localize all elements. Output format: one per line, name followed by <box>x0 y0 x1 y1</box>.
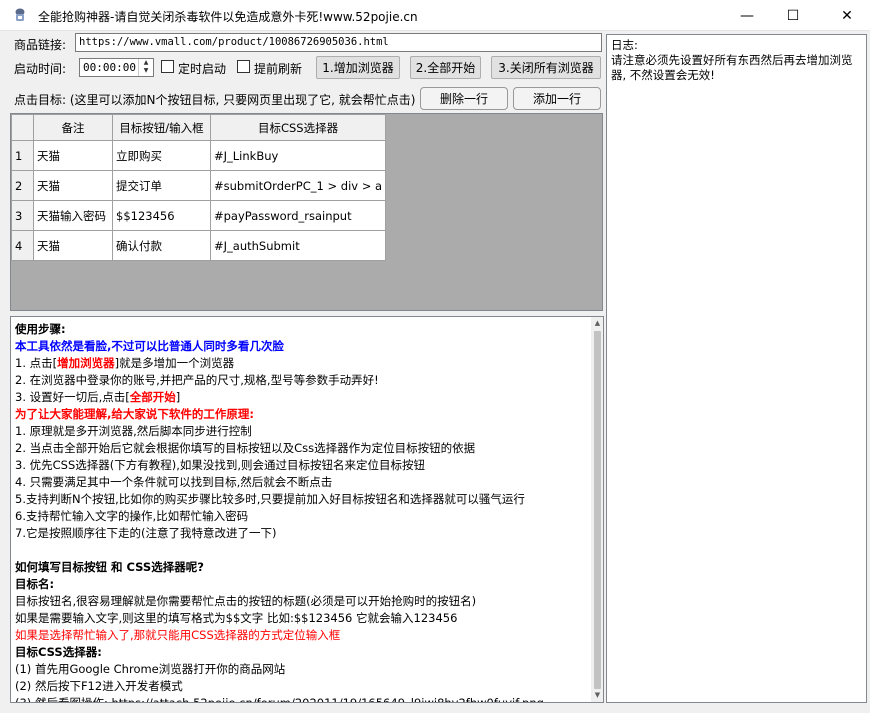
maximize-button[interactable]: ☐ <box>770 0 816 31</box>
help-content: 使用步骤: 本工具依然是看脸,不过可以比普通人同时多看几次脸 1. 点击[增加浏… <box>15 321 589 703</box>
timed-start-checkbox[interactable] <box>161 60 174 73</box>
time-spin-buttons[interactable]: ▲ ▼ <box>138 59 153 76</box>
pre-refresh-checkbox[interactable] <box>237 60 250 73</box>
minimize-button[interactable]: — <box>724 0 770 31</box>
start-time-value: 00:00:00 <box>83 61 136 74</box>
table-header-row: 备注 目标按钮/输入框 目标CSS选择器 <box>11 114 387 141</box>
add-browser-button[interactable]: 1.增加浏览器 <box>316 56 400 79</box>
help-principle-3: 3. 优先CSS选择器(下方有教程),如果没找到,则会通过目标按钮名来定位目标按… <box>15 458 426 472</box>
row-number[interactable]: 4 <box>11 230 34 261</box>
help-css-1: (1) 首先用Google Chrome浏览器打开你的商品网站 <box>15 662 286 676</box>
table-row[interactable]: 2 天猫 提交订单 #submitOrderPC_1 > div > a <box>11 170 387 201</box>
log-message: 请注意必须先设置好所有东西然后再去增加浏览器, 不然设置会无效! <box>611 53 853 82</box>
timed-start-label[interactable]: 定时启动 <box>178 60 226 77</box>
help-principle-5: 5.支持判断N个按钮,比如你的购买步骤比较多时,只要提前加入好目标按钮名和选择器… <box>15 492 525 506</box>
header-cell-rownum <box>11 114 34 141</box>
help-heading-target-name: 目标名: <box>15 577 55 591</box>
scroll-thumb[interactable] <box>594 331 601 689</box>
scroll-down-icon[interactable]: ▼ <box>591 689 603 702</box>
header-cell-css-selector[interactable]: 目标CSS选择器 <box>209 114 387 141</box>
cell-css-selector[interactable]: #submitOrderPC_1 > div > a <box>209 170 387 201</box>
help-target-name-3: 如果是选择帮忙输入了,那就只能用CSS选择器的方式定位输入框 <box>15 628 341 642</box>
spin-up-icon[interactable]: ▲ <box>139 59 153 67</box>
help-highlight: 本工具依然是看脸,不过可以比普通人同时多看几次脸 <box>15 339 284 353</box>
pre-refresh-label[interactable]: 提前刷新 <box>254 60 302 77</box>
table-row[interactable]: 3 天猫输入密码 $$123456 #payPassword_rsainput <box>11 200 387 231</box>
cell-note[interactable]: 天猫 <box>33 170 113 201</box>
help-scrollbar[interactable]: ▲ ▼ <box>591 317 603 702</box>
cell-target[interactable]: 立即购买 <box>112 140 211 171</box>
click-target-label: 点击目标: (这里可以添加N个按钮目标, 只要网页里出现了它, 就会帮忙点击) <box>14 93 416 107</box>
delete-row-button[interactable]: 删除一行 <box>420 87 508 110</box>
target-grid[interactable]: 备注 目标按钮/输入框 目标CSS选择器 1 天猫 立即购买 #J_LinkBu… <box>10 113 603 311</box>
help-target-name-2: 如果是需要输入文字,则这里的填写格式为$$文字 比如:$$123456 它就会输… <box>15 611 458 625</box>
help-heading-css: 目标CSS选择器: <box>15 645 102 659</box>
url-input[interactable]: https://www.vmall.com/product/1008672690… <box>75 33 602 52</box>
cell-note[interactable]: 天猫输入密码 <box>33 200 113 231</box>
cell-target[interactable]: 提交订单 <box>112 170 211 201</box>
help-target-name-1: 目标按钮名,很容易理解就是你需要帮忙点击的按钮的标题(必须是可以开始抢购时的按钮… <box>15 594 477 608</box>
cell-note[interactable]: 天猫 <box>33 230 113 261</box>
row-number[interactable]: 2 <box>11 170 34 201</box>
help-heading-howto: 如何填写目标按钮 和 CSS选择器呢? <box>15 560 204 574</box>
row-number[interactable]: 3 <box>11 200 34 231</box>
help-blank-line <box>15 542 589 559</box>
scroll-up-icon[interactable]: ▲ <box>591 317 603 330</box>
client-area: 商品链接: https://www.vmall.com/product/1008… <box>0 31 870 713</box>
window-title: 全能抢购神器-请自觉关闭杀毒软件以免造成意外卡死!www.52pojie.cn <box>38 10 418 24</box>
help-heading-steps: 使用步骤: <box>15 322 66 336</box>
help-principle-1: 1. 原理就是多开浏览器,然后脚本同步进行控制 <box>15 424 252 438</box>
help-step-2: 2. 在浏览器中登录你的账号,并把产品的尺寸,规格,型号等参数手动弄好! <box>15 373 379 387</box>
table-row[interactable]: 4 天猫 确认付款 #J_authSubmit <box>11 230 387 261</box>
cell-css-selector[interactable]: #J_LinkBuy <box>209 140 387 171</box>
start-time-picker[interactable]: 00:00:00 ▲ ▼ <box>79 58 154 77</box>
log-title: 日志: <box>611 38 638 52</box>
cell-target[interactable]: $$123456 <box>112 200 211 231</box>
header-cell-target[interactable]: 目标按钮/输入框 <box>112 114 211 141</box>
help-heading-principle: 为了让大家能理解,给大家说下软件的工作原理: <box>15 407 254 421</box>
cell-target[interactable]: 确认付款 <box>112 230 211 261</box>
add-row-button[interactable]: 添加一行 <box>513 87 601 110</box>
help-principle-6: 6.支持帮忙输入文字的操作,比如帮忙输入密码 <box>15 509 249 523</box>
help-principle-4: 4. 只需要满足其中一个条件就可以找到目标,然后就会不断点击 <box>15 475 333 489</box>
cell-note[interactable]: 天猫 <box>33 140 113 171</box>
log-panel[interactable]: 日志: 请注意必须先设置好所有东西然后再去增加浏览器, 不然设置会无效! <box>606 34 867 703</box>
title-bar[interactable]: 全能抢购神器-请自觉关闭杀毒软件以免造成意外卡死!www.52pojie.cn … <box>0 0 870 31</box>
cell-css-selector[interactable]: #payPassword_rsainput <box>209 200 387 231</box>
spin-down-icon[interactable]: ▼ <box>139 67 153 75</box>
help-step-1: 1. 点击[增加浏览器]就是多增加一个浏览器 <box>15 356 235 370</box>
url-label: 商品链接: <box>14 38 67 52</box>
close-button[interactable]: ✕ <box>824 0 870 31</box>
app-icon <box>15 8 25 21</box>
help-text-box[interactable]: 使用步骤: 本工具依然是看脸,不过可以比普通人同时多看几次脸 1. 点击[增加浏… <box>10 316 604 703</box>
start-time-label: 启动时间: <box>14 62 67 76</box>
close-all-browsers-button[interactable]: 3.关闭所有浏览器 <box>491 56 601 79</box>
help-step-3: 3. 设置好一切后,点击[全部开始] <box>15 390 181 404</box>
table-row[interactable]: 1 天猫 立即购买 #J_LinkBuy <box>11 140 387 171</box>
row-number[interactable]: 1 <box>11 140 34 171</box>
cell-css-selector[interactable]: #J_authSubmit <box>209 230 387 261</box>
start-all-button[interactable]: 2.全部开始 <box>410 56 481 79</box>
header-cell-note[interactable]: 备注 <box>33 114 113 141</box>
target-table: 备注 目标按钮/输入框 目标CSS选择器 1 天猫 立即购买 #J_LinkBu… <box>11 114 387 261</box>
help-principle-2: 2. 当点击全部开始后它就会根据你填写的目标按钮以及Css选择器作为定位目标按钮… <box>15 441 476 455</box>
help-css-3: (3) 然后看图操作: https://attach.52pojie.cn/fo… <box>15 696 544 703</box>
help-principle-7: 7.它是按照顺序往下走的(注意了我特意改进了一下) <box>15 526 277 540</box>
help-css-2: (2) 然后按下F12进入开发者模式 <box>15 679 183 693</box>
